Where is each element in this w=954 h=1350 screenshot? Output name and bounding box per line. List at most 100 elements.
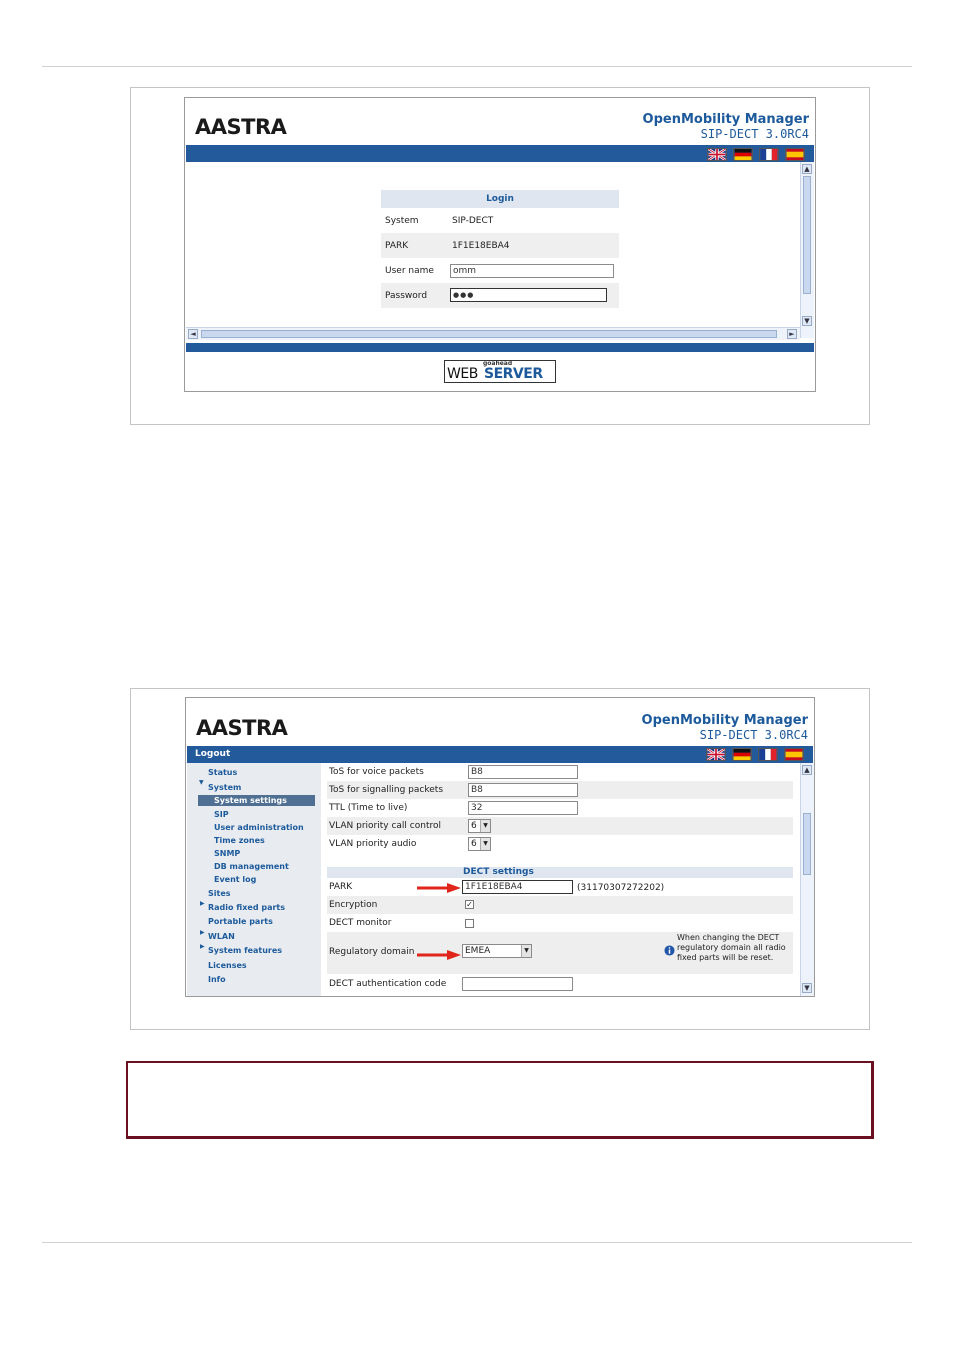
tos-signalling-input[interactable]: B8 (468, 783, 578, 797)
login-window: AASTRA OpenMobility Manager SIP-DECT 3.0… (184, 97, 816, 392)
nav-portable-parts[interactable]: Portable parts (208, 917, 273, 926)
dect-auth-code-input[interactable] (462, 977, 573, 991)
park-decimal-value: (31170307272202) (577, 883, 665, 893)
scroll-up-arrow-icon[interactable]: ▲ (802, 164, 812, 174)
login-row-password: Password ●●● (381, 283, 619, 308)
flag-es-icon[interactable] (785, 148, 805, 161)
nav-db-management[interactable]: DB management (214, 862, 289, 871)
scroll-thumb[interactable] (803, 176, 811, 294)
field-label: VLAN priority call control (329, 821, 441, 831)
nav-user-administration[interactable]: User administration (214, 823, 304, 832)
nav-system-features[interactable]: System features (208, 946, 282, 955)
regulatory-domain-select[interactable]: EMEA ▼ (462, 944, 532, 958)
ttl-input[interactable]: 32 (468, 801, 578, 815)
dropdown-arrow-icon[interactable]: ▼ (480, 820, 490, 832)
row-vlan-audio: VLAN priority audio 6 ▼ (327, 835, 793, 853)
top-rule (42, 66, 912, 67)
row-ttl: TTL (Time to live) 32 (327, 799, 793, 817)
webserver-server-text: SERVER (484, 366, 543, 382)
scroll-down-arrow-icon[interactable]: ▼ (802, 983, 812, 993)
dropdown-arrow-icon[interactable]: ▼ (521, 945, 531, 957)
red-arrow-icon (417, 883, 461, 893)
row-park: PARK 1F1E18EBA4 (31170307272202) (327, 878, 793, 896)
login-title: Login (381, 190, 619, 208)
row-dect-monitor: DECT monitor (327, 914, 793, 932)
nav-time-zones[interactable]: Time zones (214, 836, 265, 845)
nav-system[interactable]: System (208, 783, 241, 792)
flag-uk-icon[interactable] (706, 748, 726, 761)
flag-fr-icon[interactable] (758, 748, 778, 761)
nav-info[interactable]: Info (208, 975, 226, 984)
tos-voice-input[interactable]: B8 (468, 765, 578, 779)
nav-sites[interactable]: Sites (208, 889, 231, 898)
product-header: OpenMobility Manager SIP-DECT 3.0RC4 (643, 112, 809, 141)
language-flags (707, 148, 805, 161)
login-vertical-scrollbar[interactable]: ▲ ▼ (800, 162, 814, 338)
field-label: ToS for signalling packets (329, 785, 444, 795)
settings-vertical-scrollbar[interactable]: ▲ ▼ (800, 763, 814, 996)
footer-bar (186, 343, 814, 352)
login-label: PARK (385, 241, 409, 251)
scroll-up-arrow-icon[interactable]: ▲ (802, 765, 812, 775)
login-value: 1F1E18EBA4 (452, 241, 510, 251)
dect-settings-header: DECT settings (327, 867, 793, 878)
vlan-call-control-select[interactable]: 6 ▼ (468, 819, 491, 833)
select-value: 6 (471, 839, 477, 849)
row-vlan-call-control: VLAN priority call control 6 ▼ (327, 817, 793, 835)
scroll-right-arrow-icon[interactable]: ► (787, 329, 797, 339)
scroll-thumb[interactable] (201, 330, 777, 338)
settings-form: ToS for voice packets B8 ToS for signall… (327, 763, 793, 996)
field-label: TTL (Time to live) (329, 803, 408, 813)
scroll-thumb[interactable] (803, 813, 811, 875)
product-title: OpenMobility Manager (642, 112, 809, 127)
username-input[interactable]: omm (450, 264, 614, 278)
nav-wlan[interactable]: WLAN (208, 932, 235, 941)
dect-monitor-checkbox[interactable] (465, 919, 474, 928)
nav-system-settings[interactable]: System settings (198, 795, 315, 806)
scroll-down-arrow-icon[interactable]: ▼ (802, 316, 812, 326)
flag-es-icon[interactable] (784, 748, 804, 761)
regulatory-domain-note: When changing the DECT regulatory domain… (677, 933, 786, 962)
language-flags (706, 748, 804, 761)
login-value: SIP-DECT (452, 216, 494, 226)
flag-de-icon[interactable] (733, 148, 753, 161)
flag-fr-icon[interactable] (759, 148, 779, 161)
nav-event-log[interactable]: Event log (214, 875, 256, 884)
row-tos-signalling: ToS for signalling packets B8 (327, 781, 793, 799)
product-version: SIP-DECT 3.0RC4 (699, 728, 808, 742)
field-label: Encryption (329, 900, 378, 910)
scroll-left-arrow-icon[interactable]: ◄ (188, 329, 198, 339)
product-title: OpenMobility Manager (641, 713, 808, 728)
collapsed-arrow-icon: ▶ (200, 943, 205, 950)
password-input[interactable]: ●●● (450, 288, 607, 302)
field-label: PARK (329, 882, 353, 892)
encryption-checkbox[interactable]: ✓ (465, 900, 474, 909)
nav-licenses[interactable]: Licenses (208, 961, 247, 970)
field-label: DECT monitor (329, 918, 392, 928)
login-table: Login System SIP-DECT PARK 1F1E18EBA4 Us… (381, 190, 619, 310)
login-label: Password (385, 291, 428, 301)
nav-status[interactable]: Status (208, 768, 237, 777)
login-label: User name (385, 266, 434, 276)
expanded-arrow-icon: ▼ (199, 779, 204, 786)
login-label: System (385, 216, 419, 226)
nav-radio-fixed-parts[interactable]: Radio fixed parts (208, 903, 285, 912)
park-input[interactable]: 1F1E18EBA4 (462, 880, 573, 894)
sidebar: Status ▼ System System settings SIP User… (187, 763, 321, 996)
aastra-logo: AASTRA (195, 115, 287, 139)
nav-sip[interactable]: SIP (214, 810, 229, 819)
settings-window: AASTRA OpenMobility Manager SIP-DECT 3.0… (185, 697, 815, 997)
flag-de-icon[interactable] (732, 748, 752, 761)
vlan-audio-select[interactable]: 6 ▼ (468, 837, 491, 851)
row-dect-auth-code: DECT authentication code (327, 974, 793, 992)
nav-snmp[interactable]: SNMP (214, 849, 240, 858)
flag-uk-icon[interactable] (707, 148, 727, 161)
row-encryption: Encryption ✓ (327, 896, 793, 914)
login-horizontal-scrollbar[interactable]: ◄ ► (186, 327, 800, 340)
bottom-rule (42, 1242, 912, 1243)
login-row-username: User name omm (381, 258, 619, 283)
logout-link[interactable]: Logout (195, 749, 230, 759)
collapsed-arrow-icon: ▶ (200, 929, 205, 936)
product-header: OpenMobility Manager SIP-DECT 3.0RC4 (642, 713, 808, 742)
dropdown-arrow-icon[interactable]: ▼ (480, 838, 490, 850)
